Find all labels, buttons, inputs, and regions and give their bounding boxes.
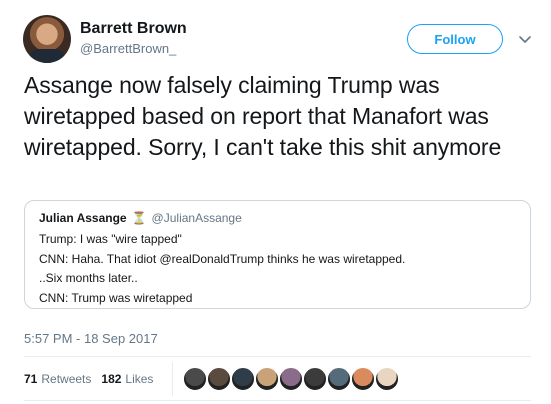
author-handle[interactable]: @BarrettBrown_ [80,41,176,56]
likes-count: 182 [101,372,122,386]
quoted-line: Trump: I was "wire tapped" [39,232,182,246]
quoted-tweet-header: Julian Assange ⏳ @JulianAssange [39,210,516,226]
tweet-stats: 71 Retweets 182 Likes [24,372,163,386]
liker-avatar[interactable] [206,366,232,392]
author-avatar[interactable] [23,15,71,63]
liker-avatar[interactable] [326,366,352,392]
retweets-stat[interactable]: 71 Retweets [24,372,91,386]
stats-separator [172,362,173,396]
liker-avatar[interactable] [254,366,280,392]
liker-avatar[interactable] [350,366,376,392]
quoted-tweet-body: Trump: I was "wire tapped" CNN: Haha. Th… [39,230,516,308]
hourglass-icon: ⏳ [131,211,147,225]
divider [24,356,531,357]
tweet-text: Assange now falsely claiming Trump was w… [24,72,502,160]
liker-avatar[interactable] [182,366,208,392]
quoted-line: ..Six months later.. [39,271,138,285]
likes-stat[interactable]: 182 Likes [101,372,153,386]
quoted-tweet[interactable]: Julian Assange ⏳ @JulianAssange Trump: I… [24,200,531,309]
avatar-image [29,49,65,63]
retweets-count: 71 [24,372,38,386]
likes-label: Likes [125,372,154,386]
quoted-line: CNN: Haha. That idiot @realDonaldTrump t… [39,251,406,266]
divider [24,400,531,401]
liker-avatar[interactable] [278,366,304,392]
chevron-down-icon[interactable] [516,30,534,48]
retweets-label: Retweets [41,372,92,386]
liker-avatar[interactable] [302,366,328,392]
quoted-line: CNN: Trump was wiretapped [39,290,193,305]
author-display-name[interactable]: Barrett Brown [80,20,187,38]
tweet-timestamp[interactable]: 5:57 PM - 18 Sep 2017 [24,331,158,346]
liker-avatar[interactable] [230,366,256,392]
quoted-author-name: Julian Assange [39,211,127,225]
liker-avatar[interactable] [374,366,400,392]
follow-button[interactable]: Follow [407,24,503,54]
quoted-author-handle: @JulianAssange [151,211,242,225]
likers-avatars [182,366,400,392]
